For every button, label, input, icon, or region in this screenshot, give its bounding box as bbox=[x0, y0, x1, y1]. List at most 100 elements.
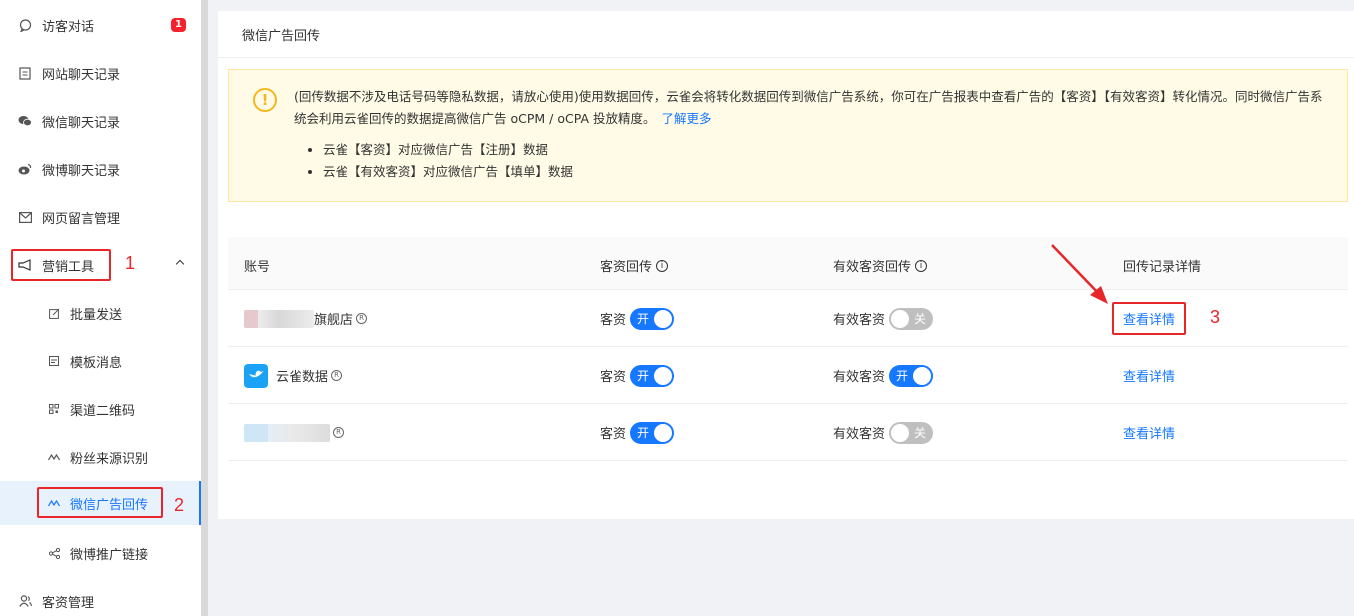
mail-icon bbox=[18, 210, 32, 224]
learn-more-link[interactable]: 了解更多 bbox=[661, 111, 711, 126]
lead-callback-toggle[interactable]: 开 bbox=[630, 421, 675, 444]
bird-logo-icon bbox=[244, 363, 268, 388]
info-icon[interactable]: i bbox=[656, 259, 669, 272]
sidebar-item-label: 微博推广链接 bbox=[70, 547, 149, 563]
wave-icon bbox=[48, 451, 60, 463]
valid-lead-callback-cell: 有效客资 关 bbox=[833, 404, 934, 461]
account-cell: 云雀数据 R bbox=[244, 347, 343, 404]
column-header-lead-callback: 客资回传 i bbox=[600, 256, 669, 275]
divider bbox=[218, 57, 1354, 58]
sidebar-item-label: 网页留言管理 bbox=[42, 211, 121, 227]
blurred-account-name bbox=[244, 423, 330, 442]
sidebar-item-weibo-promo-link[interactable]: 微博推广链接 bbox=[0, 529, 201, 577]
notice-bullet: 云雀【有效客资】对应微信广告【填单】数据 bbox=[323, 161, 573, 183]
valid-lead-label: 有效客资 bbox=[833, 313, 886, 328]
page-title: 微信广告回传 bbox=[242, 29, 321, 44]
sidebar-item-channel-qrcode[interactable]: 渠道二维码 bbox=[0, 385, 201, 433]
lead-callback-cell: 客资 开 bbox=[600, 290, 675, 347]
toggle-label: 开 bbox=[637, 425, 650, 440]
notice-bullet: 云雀【客资】对应微信广告【注册】数据 bbox=[323, 139, 573, 161]
annotation-box-1 bbox=[11, 249, 111, 281]
sidebar-item-web-message[interactable]: 网页留言管理 bbox=[0, 193, 201, 241]
header-label: 有效客资回传 bbox=[833, 260, 912, 275]
sidebar-item-label: 批量发送 bbox=[70, 307, 123, 323]
annotation-arrow bbox=[1051, 244, 1108, 304]
lead-label: 客资 bbox=[600, 427, 627, 442]
annotation-box-3 bbox=[1112, 302, 1186, 335]
sidebar-item-visitor-chat[interactable]: 访客对话 1 bbox=[0, 1, 201, 49]
sidebar-item-site-chat-log[interactable]: 网站聊天记录 bbox=[0, 49, 201, 97]
blurred-account-name bbox=[244, 309, 314, 328]
lead-callback-toggle[interactable]: 开 bbox=[630, 364, 675, 387]
valid-lead-callback-toggle[interactable]: 关 bbox=[889, 421, 934, 444]
notice-banner: ! (回传数据不涉及电话号码等隐私数据，请放心使用)使用数据回传，云雀会将转化数… bbox=[228, 69, 1348, 202]
details-cell: 查看详情 bbox=[1123, 404, 1175, 461]
warning-icon: ! bbox=[253, 88, 277, 112]
lead-callback-toggle[interactable]: 开 bbox=[630, 307, 675, 330]
annotation-number-3: 3 bbox=[1210, 307, 1221, 327]
view-details-link[interactable]: 查看详情 bbox=[1123, 366, 1175, 385]
table-row: R 客资 开 有效客资 关 查看详情 bbox=[228, 404, 1348, 461]
registered-icon: R bbox=[333, 427, 344, 438]
toggle-label: 关 bbox=[914, 425, 927, 440]
sidebar-item-template-message[interactable]: 模板消息 bbox=[0, 337, 201, 385]
valid-lead-callback-cell: 有效客资 开 bbox=[833, 347, 934, 404]
sidebar-item-label: 访客对话 bbox=[42, 19, 95, 35]
document-icon bbox=[18, 66, 32, 80]
sidebar-item-weibo-chat-log[interactable]: 微博聊天记录 bbox=[0, 145, 201, 193]
main-panel: 微信广告回传 ! (回传数据不涉及电话号码等隐私数据，请放心使用)使用数据回传，… bbox=[218, 11, 1354, 519]
callback-table: 账号 客资回传 i 有效客资回传 i 回传记录详情 旗舰店 R 客资 开 有效客资 … bbox=[228, 237, 1348, 461]
info-icon[interactable]: i bbox=[915, 259, 928, 272]
users-icon bbox=[18, 594, 32, 608]
sidebar-item-batch-send[interactable]: 批量发送 bbox=[0, 289, 201, 337]
registered-icon: R bbox=[331, 370, 343, 381]
valid-lead-callback-toggle[interactable]: 开 bbox=[889, 364, 934, 387]
column-header-account: 账号 bbox=[244, 256, 270, 275]
wechat-icon bbox=[18, 114, 32, 128]
details-cell: 查看详情 bbox=[1123, 347, 1175, 404]
template-icon bbox=[48, 355, 60, 367]
table-row: 云雀数据 R 客资 开 有效客资 开 查看详情 bbox=[228, 347, 1348, 404]
valid-lead-callback-toggle[interactable]: 关 bbox=[889, 307, 934, 330]
sidebar-item-lead-management[interactable]: 客资管理 bbox=[0, 577, 201, 616]
toggle-knob bbox=[891, 309, 910, 328]
sidebar-item-label: 粉丝来源识别 bbox=[70, 451, 149, 467]
account-cell: R bbox=[244, 404, 344, 461]
header-label: 账号 bbox=[244, 260, 271, 275]
sidebar-item-wechat-chat-log[interactable]: 微信聊天记录 bbox=[0, 97, 201, 145]
lead-callback-cell: 客资 开 bbox=[600, 347, 675, 404]
lead-label: 客资 bbox=[600, 370, 627, 385]
chat-bubble-icon bbox=[18, 18, 32, 32]
unread-badge: 1 bbox=[171, 18, 186, 32]
qrcode-icon bbox=[48, 403, 60, 415]
annotation-number-2: 2 bbox=[174, 495, 185, 515]
sidebar-item-label: 微信聊天记录 bbox=[42, 115, 121, 131]
sidebar-scrollbar[interactable] bbox=[201, 0, 208, 616]
toggle-knob bbox=[654, 309, 673, 328]
sidebar-item-fan-source[interactable]: 粉丝来源识别 bbox=[0, 433, 201, 481]
view-details-link[interactable]: 查看详情 bbox=[1123, 423, 1175, 442]
column-header-valid-lead-callback: 有效客资回传 i bbox=[833, 256, 928, 275]
column-header-callback-details: 回传记录详情 bbox=[1123, 256, 1201, 275]
toggle-knob bbox=[654, 423, 673, 442]
valid-lead-label: 有效客资 bbox=[833, 427, 886, 442]
lead-label: 客资 bbox=[600, 313, 627, 328]
account-name: 云雀数据 bbox=[276, 370, 329, 385]
sidebar: 访客对话 1 网站聊天记录 微信聊天记录 微博聊天记录 网页留言管理 营销工具 … bbox=[0, 0, 201, 616]
share-icon bbox=[48, 547, 60, 559]
header-label: 客资回传 bbox=[600, 260, 653, 275]
toggle-label: 开 bbox=[637, 311, 650, 326]
account-name: 旗舰店 bbox=[314, 313, 354, 328]
toggle-label: 开 bbox=[637, 368, 650, 383]
toggle-label: 关 bbox=[914, 311, 927, 326]
edit-icon bbox=[48, 307, 60, 319]
valid-lead-callback-cell: 有效客资 关 bbox=[833, 290, 934, 347]
annotation-box-2 bbox=[37, 487, 163, 518]
sidebar-item-label: 客资管理 bbox=[42, 595, 95, 611]
account-cell: 旗舰店 R bbox=[244, 290, 368, 347]
sidebar-item-label: 模板消息 bbox=[70, 355, 123, 371]
notice-bullets: 云雀【客资】对应微信广告【注册】数据 云雀【有效客资】对应微信广告【填单】数据 bbox=[323, 139, 573, 183]
toggle-knob bbox=[891, 423, 910, 442]
toggle-label: 开 bbox=[896, 368, 909, 383]
notice-body: (回传数据不涉及电话号码等隐私数据，请放心使用)使用数据回传，云雀会将转化数据回… bbox=[294, 89, 1323, 126]
